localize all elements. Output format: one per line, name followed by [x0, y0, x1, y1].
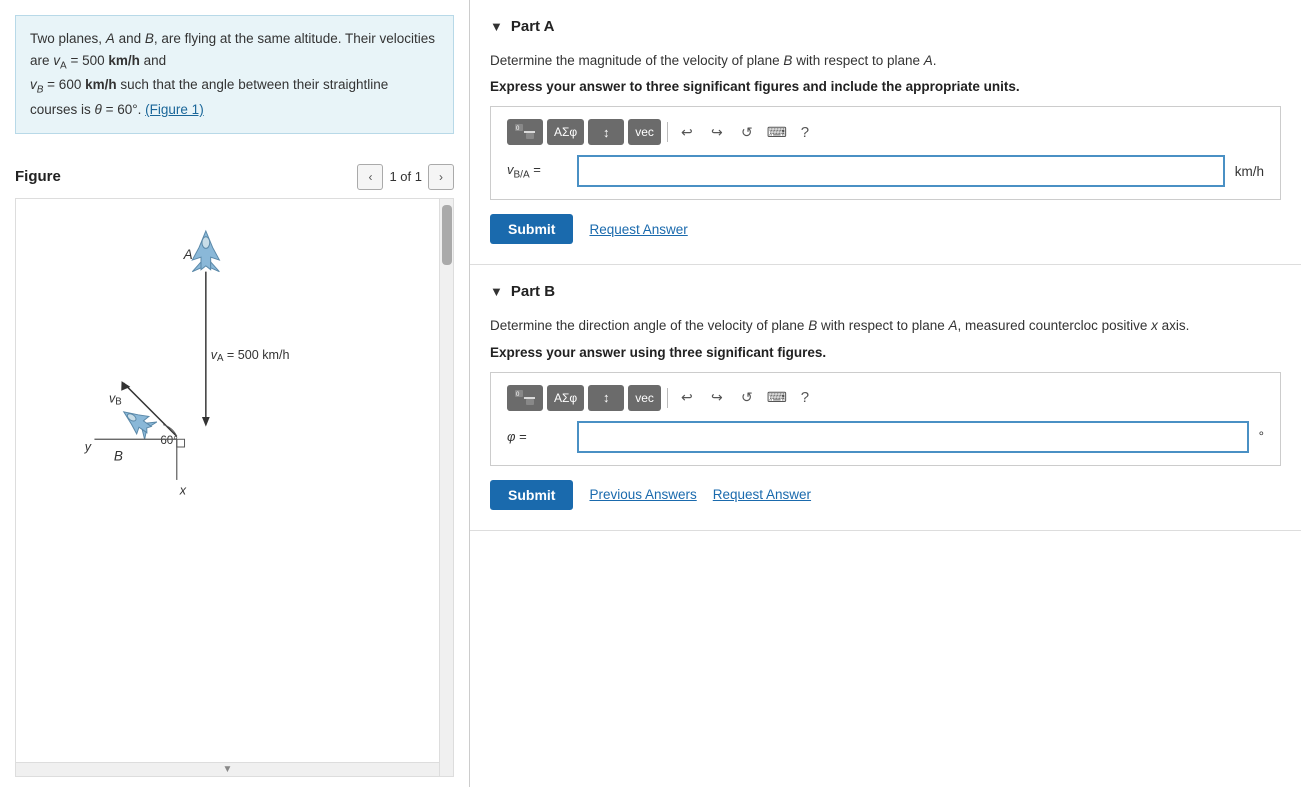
arrow-B — [117, 378, 130, 391]
aeq-btn-b[interactable]: ΑΣφ — [547, 385, 584, 411]
left-panel: Two planes, A and B, are flying at the s… — [0, 0, 470, 787]
plane-A-label: A — [106, 31, 115, 46]
redo-btn-b[interactable]: ↪ — [704, 385, 730, 411]
label-B: B — [114, 448, 123, 463]
part-a-plane-A: A — [924, 53, 933, 68]
va-label: vA = 500 km/h — [211, 347, 290, 363]
problem-text: Two planes, A and B, are flying at the s… — [30, 31, 435, 117]
redo-btn-a[interactable]: ↪ — [704, 119, 730, 145]
part-b-header: ▼ Part B — [490, 283, 1281, 300]
keyboard-btn-a[interactable]: ⌨ — [764, 119, 790, 145]
part-b-previous-answers-btn[interactable]: Previous Answers — [589, 487, 696, 502]
part-b-unit: ° — [1259, 429, 1264, 444]
vec-btn-b[interactable]: vec — [628, 385, 661, 411]
prev-btn[interactable]: ‹ — [357, 164, 383, 190]
figure-svg: A vA = 500 km/h — [16, 199, 386, 509]
part-b-plane-B: B — [808, 318, 817, 333]
fraction-btn-a[interactable]: 0 — [507, 119, 543, 145]
part-a-collapse-arrow[interactable]: ▼ — [490, 19, 503, 34]
part-b-x-axis: x — [1151, 318, 1158, 333]
part-a-request-answer-btn[interactable]: Request Answer — [589, 222, 687, 237]
part-b-section: ▼ Part B Determine the direction angle o… — [470, 265, 1301, 530]
plane-A-icon — [192, 231, 219, 272]
figure-link[interactable]: (Figure 1) — [145, 102, 204, 117]
part-b-input-row: φ = ° — [507, 421, 1264, 453]
axis-corner — [177, 439, 185, 447]
fraction-btn-b[interactable]: 0 — [507, 385, 543, 411]
part-a-description: Determine the magnitude of the velocity … — [490, 51, 1281, 71]
scrollbar-right[interactable] — [439, 199, 453, 776]
help-btn-a[interactable]: ? — [794, 119, 816, 145]
problem-statement: Two planes, A and B, are flying at the s… — [15, 15, 454, 134]
velocity-line-B — [124, 383, 177, 436]
figure-nav: ‹ 1 of 1 › — [357, 164, 454, 190]
plane-B-icon — [118, 403, 157, 439]
part-b-submit-btn[interactable]: Submit — [490, 480, 573, 510]
part-b-answer-box: 0 ΑΣφ ↕ vec ↩ ↪ ↺ ⌨ ? φ = — [490, 372, 1281, 466]
label-A: A — [183, 247, 193, 262]
sep1-a — [667, 122, 668, 142]
arrows-btn-a[interactable]: ↕ — [588, 119, 624, 145]
part-a-toolbar: 0 ΑΣφ ↕ vec ↩ ↪ ↺ ⌨ ? — [507, 119, 1264, 145]
part-a-input-label: vB/A = — [507, 162, 567, 181]
figure-header: Figure ‹ 1 of 1 › — [15, 164, 454, 190]
undo-btn-b[interactable]: ↩ — [674, 385, 700, 411]
part-a-input[interactable] — [577, 155, 1225, 187]
part-a-section: ▼ Part A Determine the magnitude of the … — [470, 0, 1301, 265]
scrollbar-bottom[interactable]: ▼ — [16, 762, 439, 776]
part-a-unit: km/h — [1235, 164, 1264, 179]
undo-btn-a[interactable]: ↩ — [674, 119, 700, 145]
part-b-collapse-arrow[interactable]: ▼ — [490, 284, 503, 299]
x-label: x — [179, 483, 187, 497]
refresh-btn-a[interactable]: ↺ — [734, 119, 760, 145]
part-b-request-answer-btn[interactable]: Request Answer — [713, 487, 811, 502]
part-b-title: Part B — [511, 283, 555, 300]
refresh-btn-b[interactable]: ↺ — [734, 385, 760, 411]
figure-container: A vA = 500 km/h — [15, 198, 454, 777]
part-a-submit-btn[interactable]: Submit — [490, 214, 573, 244]
arrow-A — [202, 417, 210, 427]
next-btn[interactable]: › — [428, 164, 454, 190]
part-b-plane-A: A — [949, 318, 958, 333]
page-indicator: 1 of 1 — [389, 169, 422, 184]
part-b-description: Determine the direction angle of the vel… — [490, 316, 1281, 336]
right-panel: ▼ Part A Determine the magnitude of the … — [470, 0, 1301, 787]
part-a-header: ▼ Part A — [490, 18, 1281, 35]
help-btn-b[interactable]: ? — [794, 385, 816, 411]
aeq-btn-a[interactable]: ΑΣφ — [547, 119, 584, 145]
vb-label: vB — [109, 391, 122, 407]
part-a-plane-B: B — [783, 53, 792, 68]
part-b-input-label: φ = — [507, 429, 567, 444]
part-b-instruction: Express your answer using three signific… — [490, 345, 1281, 360]
part-b-actions: Submit Previous Answers Request Answer — [490, 480, 1281, 510]
part-a-actions: Submit Request Answer — [490, 214, 1281, 244]
sep1-b — [667, 388, 668, 408]
part-a-title: Part A — [511, 18, 555, 35]
figure-area: Figure ‹ 1 of 1 › — [0, 134, 469, 787]
part-a-answer-box: 0 ΑΣφ ↕ vec ↩ ↪ ↺ ⌨ ? vB/A = — [490, 106, 1281, 200]
keyboard-btn-b[interactable]: ⌨ — [764, 385, 790, 411]
vec-btn-a[interactable]: vec — [628, 119, 661, 145]
y-label: y — [84, 439, 92, 453]
part-a-input-row: vB/A = km/h — [507, 155, 1264, 187]
figure-label: Figure — [15, 168, 357, 185]
part-b-toolbar: 0 ΑΣφ ↕ vec ↩ ↪ ↺ ⌨ ? — [507, 385, 1264, 411]
part-b-input[interactable] — [577, 421, 1249, 453]
arrows-btn-b[interactable]: ↕ — [588, 385, 624, 411]
plane-B-label: B — [145, 31, 154, 46]
scrollbar-thumb[interactable] — [442, 205, 452, 265]
part-a-instruction: Express your answer to three significant… — [490, 79, 1281, 94]
angle-label: 60° — [160, 434, 178, 447]
